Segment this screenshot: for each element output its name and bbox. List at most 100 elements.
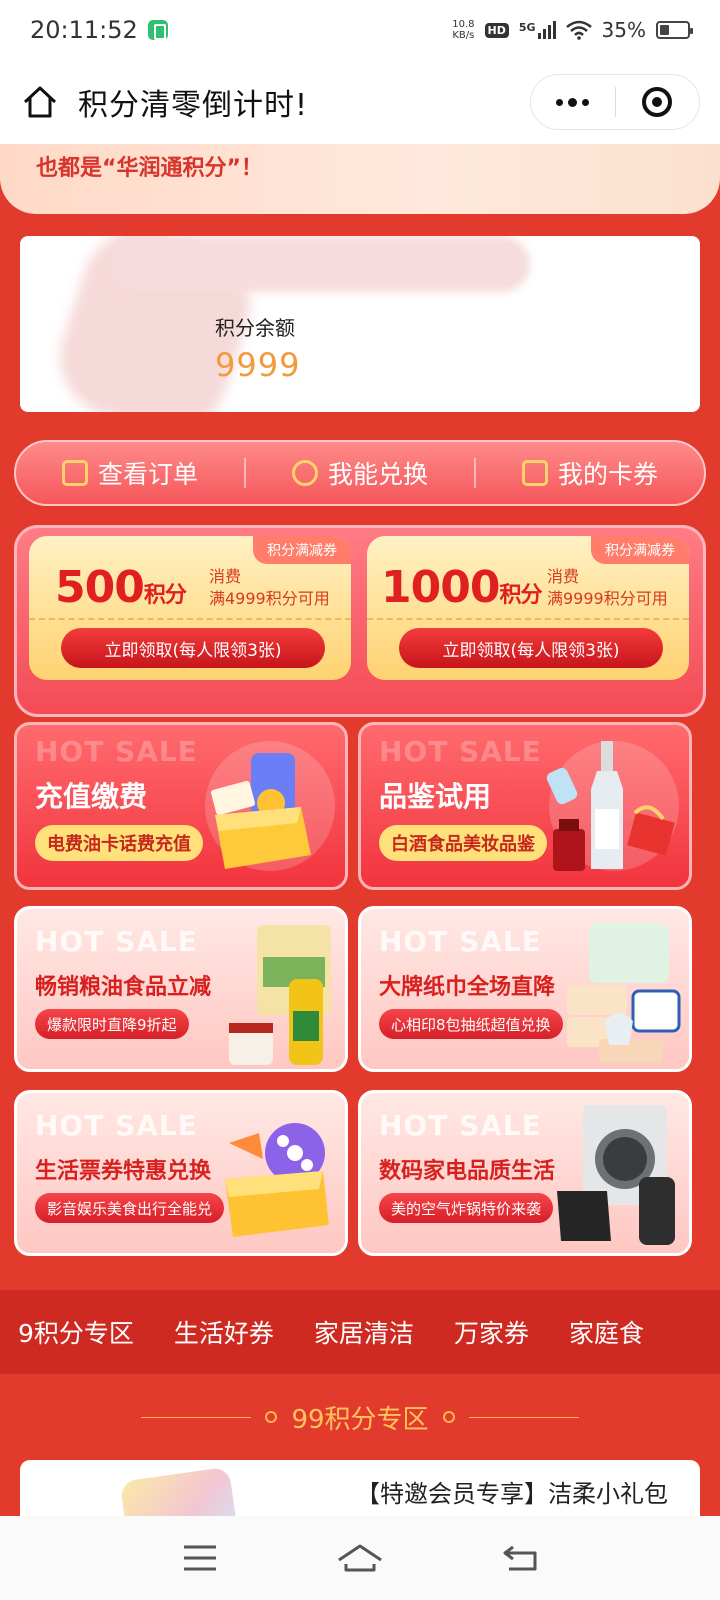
menu-icon [184, 1545, 216, 1571]
coupon-tag: 积分满减券 [253, 536, 351, 564]
back-button[interactable] [490, 1533, 550, 1583]
network-type: 5G [518, 21, 536, 34]
product-name: 【特邀会员专享】洁柔小礼包 [356, 1480, 668, 1508]
tab-vanguard-coupons[interactable]: 万家券 [454, 1314, 529, 1350]
tile-title: 数码家电品质生活 [379, 1159, 556, 1184]
tab-family-food[interactable]: 家庭食 [569, 1314, 644, 1350]
status-bar: 20:11:52 10.8 KB/s HD 5G 35% [0, 0, 720, 60]
section-line [468, 1416, 579, 1418]
tile-title: 大牌纸巾全场直降 [379, 975, 556, 1000]
claim-coupon-button[interactable]: 立即领取 (每人限领3张) [61, 628, 325, 668]
status-time: 20:11:52 [30, 16, 138, 44]
app-notification-icon [147, 20, 168, 40]
view-orders-label: 查看订单 [97, 460, 198, 489]
tile-recharge[interactable]: HOT SALE 充值缴费 电费油卡话费充值 [14, 722, 348, 890]
tab-9-points[interactable]: 9积分专区 [18, 1314, 134, 1350]
tile-appliances[interactable]: HOT SALE 数码家电品质生活 美的空气炸锅特价来袭 [358, 1090, 692, 1256]
tile-grain-oil[interactable]: HOT SALE 畅销粮油食品立减 爆款限时直降9折起 [14, 906, 348, 1072]
coupon-amount: 500积分 [55, 562, 187, 613]
coupon-amount-number: 500 [55, 562, 145, 613]
can-exchange-label: 我能兑换 [327, 460, 428, 489]
system-nav-bar [0, 1516, 720, 1600]
category-tabs: 9积分专区 生活好券 家居清洁 万家券 家庭食 [0, 1290, 720, 1374]
redacted-name-blur [110, 236, 530, 292]
coupon-divider [367, 618, 689, 620]
target-icon [642, 87, 673, 117]
coupon-condition: 消费 满4999积分可用 [209, 566, 330, 610]
can-exchange-button[interactable]: 我能兑换 [246, 455, 474, 491]
back-icon [503, 1545, 537, 1571]
claim-label: 立即领取 [442, 640, 511, 661]
net-speed: 10.8 KB/s [452, 19, 474, 41]
wifi-icon [565, 20, 592, 40]
hot-sale-watermark: HOT SALE [35, 1109, 198, 1142]
section-line [141, 1416, 252, 1418]
points-label: 积分余额 [215, 316, 295, 340]
close-mini-program-button[interactable] [616, 75, 700, 129]
page-title: 积分清零倒计时! [78, 88, 309, 123]
coupon-amount-unit: 积分 [143, 583, 187, 608]
coupon-condition-bottom: 满4999积分可用 [209, 589, 330, 608]
tile-title: 生活票券特惠兑换 [35, 1159, 212, 1184]
coupon-amount: 1000积分 [381, 562, 542, 613]
tile-tasting[interactable]: HOT SALE 品鉴试用 白酒食品美妆品鉴 [358, 722, 692, 890]
notice-text: 也都是“华润通积分”！ [36, 156, 263, 181]
mini-program-capsule [530, 74, 700, 130]
coupon-condition-bottom: 满9999积分可用 [547, 589, 668, 608]
claim-coupon-button[interactable]: 立即领取 (每人限领3张) [399, 628, 663, 668]
more-button[interactable] [531, 75, 615, 129]
ticket-icon [521, 460, 548, 486]
tile-tissue[interactable]: HOT SALE 大牌纸巾全场直降 心相印8包抽纸超值兑换 [358, 906, 692, 1072]
tile-subtitle: 影音娱乐美食出行全能兑 [35, 1193, 225, 1223]
claim-note: (每人限领3张) [510, 640, 620, 661]
claim-note: (每人限领3张) [172, 640, 282, 661]
tab-home-cleaning[interactable]: 家居清洁 [314, 1314, 414, 1350]
hot-sale-watermark: HOT SALE [379, 735, 542, 768]
coupon-panel: 积分满减券 500积分 消费 满4999积分可用 立即领取 (每人限领3张) 积分满… [14, 525, 706, 717]
coupon-condition: 消费满9999积分可用 [547, 566, 668, 610]
notice-banner: 也都是“华润通积分”！ [0, 144, 720, 214]
washing-machine-air-fryer-icon [557, 1105, 675, 1245]
cellular-signal-icon: 5G [519, 21, 556, 39]
exchange-icon [291, 460, 318, 486]
battery-icon [656, 21, 693, 39]
menu-button[interactable] [170, 1533, 230, 1583]
battery-level [660, 25, 669, 35]
home-button[interactable] [20, 82, 60, 122]
hot-sale-watermark: HOT SALE [35, 925, 198, 958]
view-orders-button[interactable]: 查看订单 [16, 455, 244, 491]
quick-actions-bar: 查看订单 我能兑换 我的卡券 [14, 440, 706, 506]
tile-subtitle: 白酒食品美妆品鉴 [379, 825, 547, 861]
hd-badge: HD [484, 22, 509, 38]
liquor-bottle-icon [546, 741, 675, 871]
points-value: 9999 [215, 346, 301, 384]
system-home-icon [338, 1544, 382, 1572]
system-home-button[interactable] [330, 1533, 390, 1583]
section-dot-icon [265, 1411, 278, 1423]
tab-life-coupons[interactable]: 生活好券 [174, 1314, 274, 1350]
coupon-amount-unit: 积分 [499, 583, 542, 608]
tile-tickets[interactable]: HOT SALE 生活票券特惠兑换 影音娱乐美食出行全能兑 [14, 1090, 348, 1256]
my-coupons-label: 我的卡券 [557, 460, 658, 489]
tissue-pack-icon [567, 923, 681, 1063]
order-icon [61, 460, 88, 486]
tile-subtitle: 爆款限时直降9折起 [35, 1009, 189, 1039]
net-speed-unit: KB/s [452, 30, 475, 41]
coupon-card: 积分满减券 1000积分 消费 满9999积分可用 立即领取 (每人限领3张) [367, 536, 689, 680]
hot-sale-watermark: HOT SALE [35, 735, 198, 768]
battery-percent: 35% [601, 18, 646, 42]
gift-box-phone-icon [210, 753, 311, 869]
coupon-condition-top: 消费 [547, 567, 580, 586]
nav-bar: 积分清零倒计时! [0, 60, 720, 144]
hot-sale-watermark: HOT SALE [379, 1109, 542, 1142]
status-indicators: 10.8 KB/s HD 5G 35% [452, 18, 693, 42]
more-dots-icon [556, 97, 590, 107]
section-title: 99积分专区 [291, 1404, 429, 1435]
tile-title: 畅销粮油食品立减 [35, 975, 212, 1000]
coupon-divider [29, 618, 351, 620]
tile-title: 品鉴试用 [379, 780, 492, 813]
my-coupons-button[interactable]: 我的卡券 [476, 455, 704, 491]
tile-subtitle: 美的空气炸锅特价来袭 [379, 1193, 554, 1223]
section-dot-icon [442, 1411, 455, 1423]
tile-title: 充值缴费 [35, 780, 148, 813]
